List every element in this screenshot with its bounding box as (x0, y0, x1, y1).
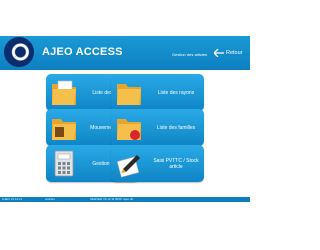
tile-liste-familles[interactable]: Liste des familles (111, 109, 204, 146)
section-title: Gestion des articles (172, 52, 208, 57)
folder-edit-icon (116, 155, 140, 178)
folder-rayons-icon (117, 84, 141, 105)
folder-familles-icon (117, 119, 141, 140)
calculator-icon (54, 150, 74, 177)
back-label: Retour (226, 50, 243, 56)
tile-saisi-pvttc[interactable]: Saisi PVTTC / Stock article (111, 145, 204, 182)
back-arrow-icon (214, 49, 224, 57)
tile-label: Saisi PVTTC / Stock article (153, 157, 199, 170)
status-middle: Articles (45, 197, 55, 201)
status-right: SERVER 15:12:11 BDD: ajeo.db (90, 197, 134, 201)
status-left: AJEO 15:12:11 (2, 197, 23, 201)
tile-label: Liste des familles (156, 124, 196, 131)
header-bar (0, 36, 250, 70)
app-window: AJEO ACCESS Gestion des articles Retour … (0, 0, 250, 250)
tile-label: Liste des rayons (157, 89, 195, 96)
back-button[interactable]: Retour (214, 46, 248, 60)
folder-articles-icon (52, 80, 76, 105)
status-bar: AJEO 15:12:11 Articles SERVER 15:12:11 B… (0, 197, 250, 202)
tile-liste-rayons[interactable]: Liste des rayons (111, 74, 204, 111)
folder-stock-icon (52, 119, 76, 140)
app-title: AJEO ACCESS (42, 46, 123, 58)
ajeo-logo (4, 37, 34, 67)
